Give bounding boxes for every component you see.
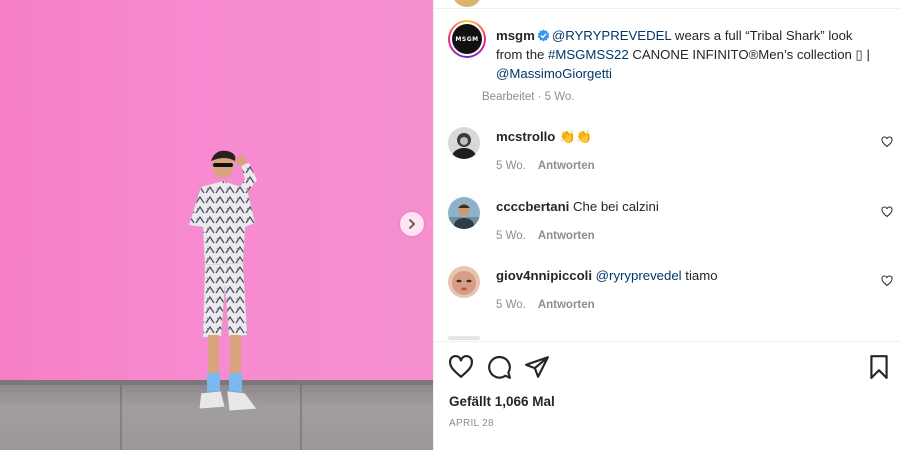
comment-meta: 5 Wo. Antworten xyxy=(496,230,595,242)
comment-mention-link[interactable]: @ryryprevedel xyxy=(596,268,682,283)
carousel-next-button[interactable] xyxy=(400,212,424,236)
model-figure xyxy=(188,150,258,412)
comment-text: tiamo xyxy=(681,268,718,283)
comment-like-icon[interactable] xyxy=(881,206,893,218)
comment-item: mcstrollo 👏👏 5 Wo. Antworten xyxy=(448,127,893,187)
caption-text: msgm @RYRYPREVEDEL wears a full “Tribal … xyxy=(496,26,881,83)
bookmark-icon[interactable] xyxy=(866,354,892,380)
divider xyxy=(434,341,900,342)
caption-username[interactable]: msgm xyxy=(496,28,535,43)
commenter-avatar[interactable] xyxy=(448,127,480,159)
reply-button[interactable]: Antworten xyxy=(538,160,595,172)
post-details-panel: MSGM msgm @RYRYPREVEDEL wears a full “Tr… xyxy=(433,0,900,450)
commenter-avatar[interactable] xyxy=(448,197,480,229)
comment-item: giov4nnipiccoli @ryryprevedel tiamo 5 Wo… xyxy=(448,266,893,326)
comment-username[interactable]: mcstrollo xyxy=(496,129,555,144)
comment-text: Che bei calzini xyxy=(572,199,659,214)
comment-username[interactable]: ccccbertani xyxy=(496,199,569,214)
sidewalk-joint xyxy=(300,385,302,450)
caption-hashtag-link[interactable]: #MSGMSS22 xyxy=(548,47,629,62)
sidewalk-joint xyxy=(120,385,122,450)
comment-line: giov4nnipiccoli @ryryprevedel tiamo xyxy=(496,268,718,283)
comment-item: ccccbertani Che bei calzini 5 Wo. Antwort… xyxy=(448,197,893,257)
comment-line: ccccbertani Che bei calzini xyxy=(496,199,659,214)
caption-meta: Bearbeitet · 5 Wo. xyxy=(482,91,575,103)
comment-line: mcstrollo 👏👏 xyxy=(496,129,592,145)
comment-username[interactable]: giov4nnipiccoli xyxy=(496,268,592,283)
heart-icon[interactable] xyxy=(448,354,474,380)
divider xyxy=(434,8,900,9)
paper-plane-icon[interactable] xyxy=(524,354,550,380)
caption-mention-link-2[interactable]: @MassimoGiorgetti xyxy=(496,66,612,81)
comment-time: 5 Wo. xyxy=(496,160,526,172)
comment-like-icon[interactable] xyxy=(881,136,893,148)
caption-mention-link[interactable]: @RYRYPREVEDEL xyxy=(552,28,671,43)
post-photo[interactable] xyxy=(0,0,433,450)
verified-badge-icon xyxy=(537,29,550,42)
post-date[interactable]: APRIL 28 xyxy=(449,418,494,429)
comment-like-icon[interactable] xyxy=(881,275,893,287)
next-comment-stub xyxy=(448,336,480,340)
reply-button[interactable]: Antworten xyxy=(538,230,595,242)
brand-avatar[interactable]: MSGM xyxy=(448,20,486,58)
chevron-right-icon xyxy=(409,219,416,229)
comment-emoji: 👏👏 xyxy=(559,129,592,144)
comment-icon[interactable] xyxy=(486,354,512,380)
caption-body-text-2: CANONE INFINITO®Men’s collection ▯ | xyxy=(628,47,870,62)
comment-meta: 5 Wo. Antworten xyxy=(496,160,595,172)
reply-button[interactable]: Antworten xyxy=(538,299,595,311)
likes-count[interactable]: Gefällt 1,066 Mal xyxy=(449,394,555,409)
header-avatar-stub xyxy=(452,0,482,7)
commenter-avatar[interactable] xyxy=(448,266,480,298)
comment-time: 5 Wo. xyxy=(496,230,526,242)
brand-logo: MSGM xyxy=(452,24,482,54)
action-bar xyxy=(434,354,900,380)
comment-time: 5 Wo. xyxy=(496,299,526,311)
comment-meta: 5 Wo. Antworten xyxy=(496,299,595,311)
